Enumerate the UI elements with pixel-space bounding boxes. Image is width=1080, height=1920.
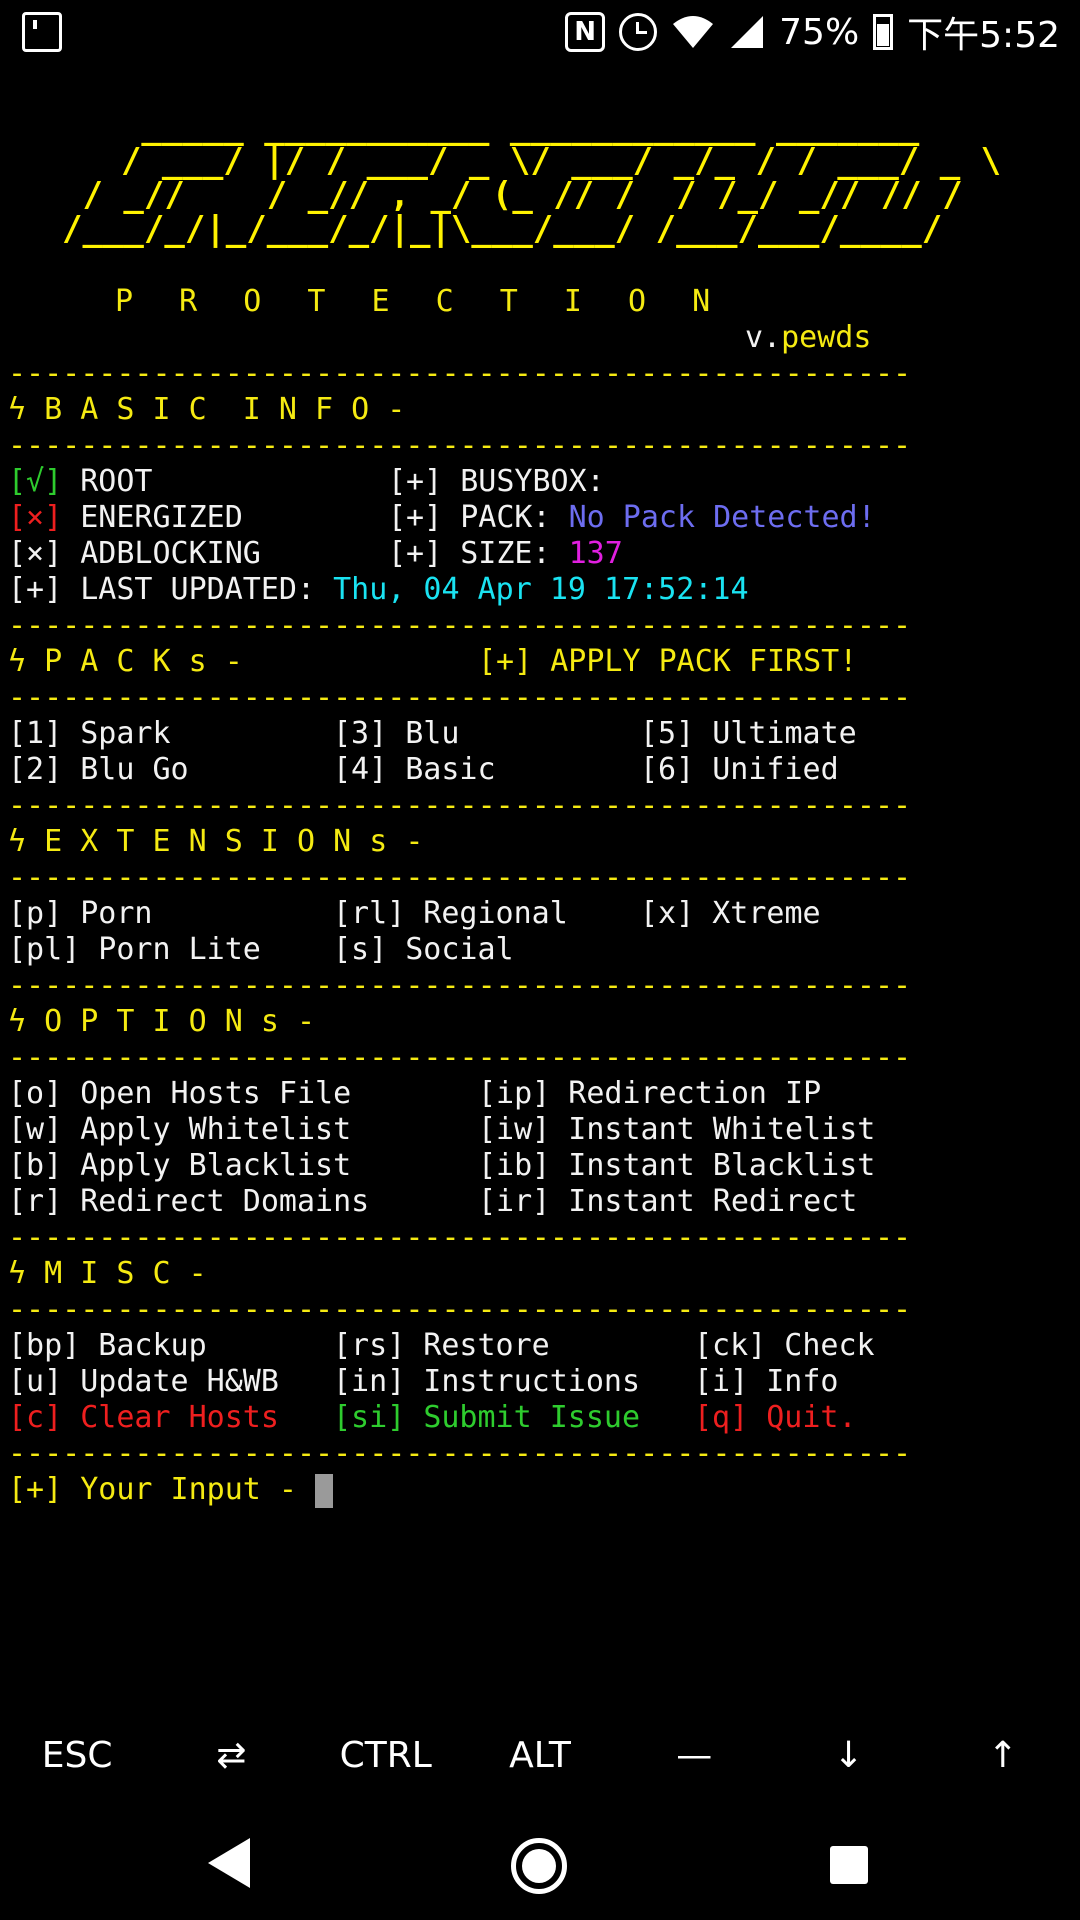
misc-option-restore[interactable]: [rs] Restore — [333, 1328, 550, 1364]
banner-art-line: / ___/ |/ / ___/ _ \/ ___/ _/_ / / ___/ … — [80, 141, 1002, 181]
key-ctrl[interactable]: CTRL — [309, 1735, 463, 1776]
clock: 下午5:52 — [907, 15, 1060, 56]
extra-keys-bar: ESC ⇄ CTRL ALT — ↓ ↑ — [0, 1700, 1080, 1810]
misc-option-check[interactable]: [ck] Check — [694, 1328, 875, 1364]
section-heading-options: ϟ O P T I O N s - — [8, 1004, 316, 1039]
adblocking-status: [×] ADBLOCKING — [8, 536, 261, 571]
alarm-icon — [619, 13, 658, 51]
key-up[interactable]: ↑ — [926, 1735, 1080, 1776]
banner-art-line: _____ ___________ ____________ _______ — [80, 107, 920, 147]
misc-option-clear-hosts[interactable]: [c] Clear Hosts — [8, 1400, 279, 1436]
separator: ----------------------------------------… — [8, 968, 912, 1003]
misc-option-update[interactable]: [u] Update H&WB — [8, 1364, 279, 1400]
banner-art-line: /___/_/|_/___/_/|_|\___/___/ /___/___/__… — [62, 209, 943, 249]
option-redirection-ip[interactable]: [ip] Redirection IP — [478, 1076, 821, 1112]
root-status: [√] ROOT — [8, 464, 153, 499]
separator: ----------------------------------------… — [8, 788, 912, 823]
pack-option-blu[interactable]: [3] Blu — [333, 716, 459, 752]
pack-option-blu-go[interactable]: [2] Blu Go — [8, 752, 189, 788]
pack-option-spark[interactable]: [1] Spark — [8, 716, 171, 752]
bolt-icon: ϟ — [8, 644, 27, 679]
separator: ----------------------------------------… — [8, 1292, 912, 1327]
option-instant-blacklist[interactable]: [ib] Instant Blacklist — [478, 1148, 875, 1184]
banner-subtitle: P R O T E C T I O N — [115, 284, 725, 319]
bolt-icon: ϟ — [8, 1256, 27, 1291]
banner-art-line: / _// / _// , _/ (_ // / / /_/ _// // / — [62, 175, 963, 215]
energized-status: [×] ENERGIZED — [8, 500, 243, 535]
pack-option-basic[interactable]: [4] Basic — [333, 752, 496, 788]
extension-option-social[interactable]: [s] Social — [333, 932, 514, 968]
bolt-icon: ϟ — [8, 824, 27, 859]
separator: ----------------------------------------… — [8, 356, 912, 391]
separator: ----------------------------------------… — [8, 608, 912, 643]
option-apply-blacklist[interactable]: [b] Apply Blacklist — [8, 1148, 351, 1184]
pack-option-ultimate[interactable]: [5] Ultimate — [640, 716, 857, 752]
apply-pack-hint: [+] APPLY PACK FIRST! — [478, 644, 858, 679]
option-redirect-domains[interactable]: [r] Redirect Domains — [8, 1184, 369, 1220]
bolt-icon: ϟ — [8, 1004, 27, 1039]
input-prompt[interactable]: [+] Your Input - — [8, 1472, 334, 1508]
size-status: [+] SIZE: 137 — [388, 536, 623, 571]
extension-option-xtreme[interactable]: [x] Xtreme — [640, 896, 821, 932]
pack-option-unified[interactable]: [6] Unified — [640, 752, 839, 788]
status-bar: N 75% 下午5:52 — [0, 0, 1080, 64]
misc-option-backup[interactable]: [bp] Backup — [8, 1328, 207, 1364]
misc-option-quit[interactable]: [q] Quit. — [694, 1400, 857, 1436]
key-esc[interactable]: ESC — [0, 1735, 154, 1776]
misc-option-info[interactable]: [i] Info — [694, 1364, 839, 1400]
busybox-status: [+] BUSYBOX: — [388, 464, 605, 499]
signal-icon — [731, 16, 764, 48]
status-icons: N 75% 下午5:52 — [565, 8, 1060, 56]
misc-option-instructions[interactable]: [in] Instructions — [333, 1364, 640, 1400]
navigation-bar — [0, 1810, 1080, 1920]
section-heading-misc: ϟ M I S C - — [8, 1256, 207, 1291]
section-heading-packs: ϟ P A C K s - — [8, 644, 243, 679]
option-apply-whitelist[interactable]: [w] Apply Whitelist — [8, 1112, 351, 1148]
key-alt[interactable]: ALT — [463, 1735, 617, 1776]
separator: ----------------------------------------… — [8, 860, 912, 895]
key-down[interactable]: ↓ — [772, 1735, 926, 1776]
option-instant-whitelist[interactable]: [iw] Instant Whitelist — [478, 1112, 875, 1148]
back-icon[interactable] — [208, 1838, 250, 1888]
pack-status: [+] PACK: No Pack Detected! — [388, 500, 876, 535]
separator: ----------------------------------------… — [8, 680, 912, 715]
extension-option-porn-lite[interactable]: [pl] Porn Lite — [8, 932, 261, 968]
home-icon[interactable] — [511, 1838, 567, 1894]
bolt-icon: ϟ — [8, 392, 27, 427]
option-open-hosts-file[interactable]: [o] Open Hosts File — [8, 1076, 351, 1112]
nfc-icon: N — [565, 12, 606, 52]
separator: ----------------------------------------… — [8, 1040, 912, 1075]
last-updated: [+] LAST UPDATED: Thu, 04 Apr 19 17:52:1… — [8, 572, 749, 607]
terminal-screen[interactable]: _____ ___________ ____________ _______ /… — [0, 90, 1080, 1700]
section-heading-extensions: ϟ E X T E N S I O N s - — [8, 824, 424, 859]
section-heading-basic-info: ϟ B A S I C I N F O - — [8, 392, 406, 427]
wifi-icon — [673, 16, 714, 48]
option-instant-redirect[interactable]: [ir] Instant Redirect — [478, 1184, 857, 1220]
extension-option-porn[interactable]: [p] Porn — [8, 896, 153, 932]
battery-icon — [873, 14, 894, 50]
recent-apps-icon[interactable] — [830, 1846, 868, 1884]
separator: ----------------------------------------… — [8, 1436, 912, 1471]
separator: ----------------------------------------… — [8, 1220, 912, 1255]
text-cursor — [315, 1473, 334, 1508]
extension-option-regional[interactable]: [rl] Regional — [333, 896, 568, 932]
battery-percent: 75% — [779, 11, 860, 53]
key-tab[interactable]: ⇄ — [154, 1735, 308, 1776]
notification-icon — [22, 12, 62, 52]
separator: ----------------------------------------… — [8, 428, 912, 463]
version-label: v.pewds — [745, 320, 872, 355]
misc-option-submit-issue[interactable]: [si] Submit Issue — [333, 1400, 640, 1436]
key-dash[interactable]: — — [617, 1735, 771, 1776]
